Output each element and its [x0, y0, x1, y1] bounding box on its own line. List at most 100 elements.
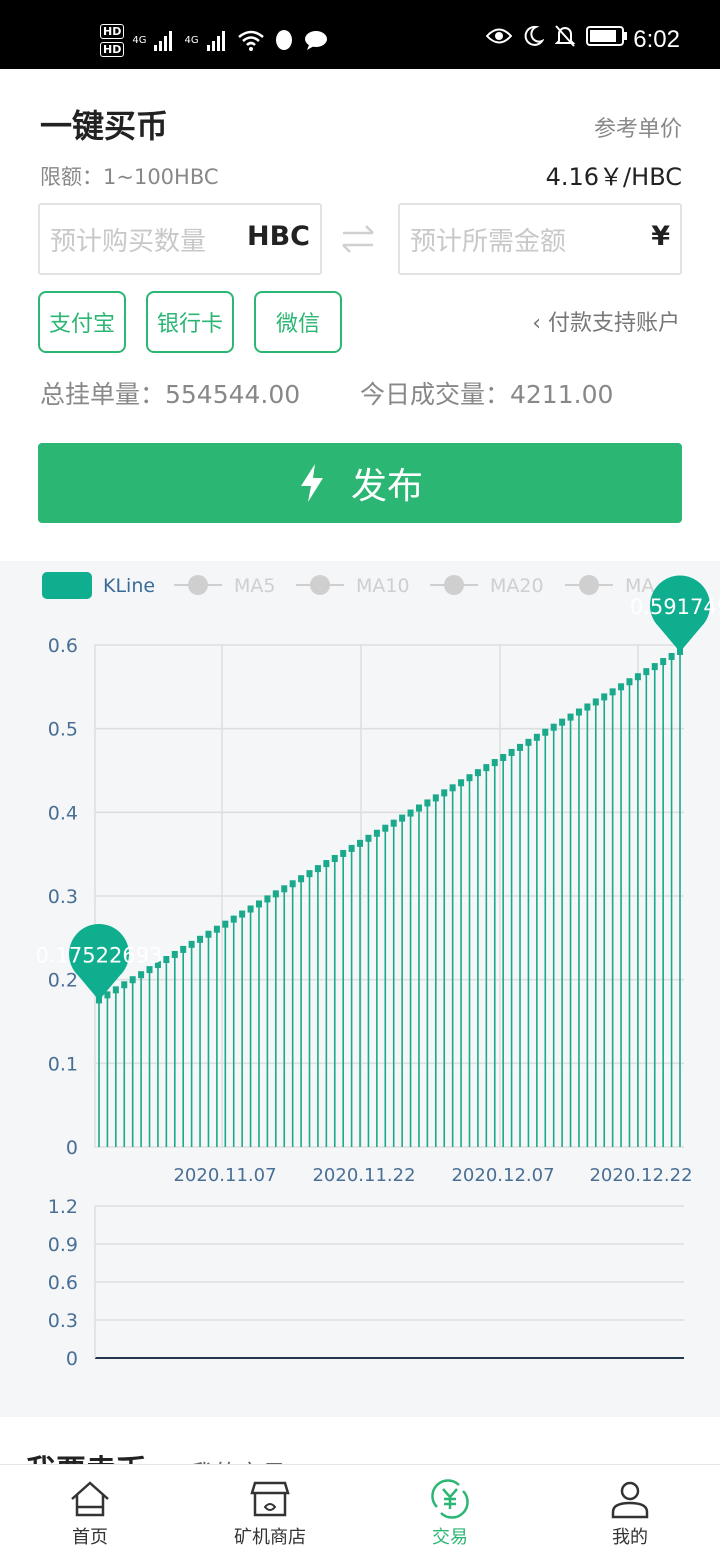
- kline-candle: [660, 658, 667, 666]
- kline-candle: [382, 824, 389, 832]
- chart-panel: KLine MA5 MA10 MA20 MA 0 0.1 0.2 0.3 0.4 0.5 0…: [0, 561, 720, 1417]
- kline-candle: [272, 890, 279, 898]
- kline-candle: [466, 774, 473, 782]
- x-tick-label: 2020.12.07: [451, 1165, 554, 1186]
- y-tick-label: 0.1: [48, 1053, 78, 1075]
- kline-candle: [575, 708, 582, 716]
- net2-label: 4G: [184, 34, 199, 46]
- unit-price: 4.16￥/HBC: [545, 163, 682, 191]
- pin-label: 0.17522693: [36, 943, 163, 967]
- total-orders: 总挂单量：554544.00: [40, 380, 301, 409]
- payment-accounts-link[interactable]: ‹ 付款支持账户: [532, 305, 680, 337]
- chart-x-axis: 2020.11.07 2020.11.22 2020.12.07 2020.12.22: [173, 1165, 692, 1186]
- net1-label: 4G: [132, 34, 147, 46]
- tab-store[interactable]: 矿机商店: [180, 1465, 360, 1560]
- user-icon: [611, 1481, 649, 1519]
- kline-chart[interactable]: KLine MA5 MA10 MA20 MA 00.10.20.30.40.50…: [0, 561, 720, 1417]
- legend-ma5-marker: [188, 575, 208, 595]
- kline-candle: [112, 986, 119, 994]
- kline-candle: [458, 779, 465, 787]
- kline-candle: [491, 759, 498, 767]
- kline-candle: [449, 784, 456, 792]
- legend-ma5-label: MA5: [234, 575, 275, 597]
- legend-kline-label: KLine: [103, 575, 155, 597]
- kline-candle: [567, 713, 574, 721]
- kline-candle: [424, 799, 431, 807]
- kline-candle: [626, 678, 633, 686]
- tab-mine[interactable]: 我的: [540, 1465, 720, 1560]
- kline-candle: [584, 703, 591, 711]
- chevron-left-icon: ‹: [532, 311, 548, 336]
- home-icon: [71, 1481, 109, 1517]
- wifi-icon: [237, 30, 264, 51]
- volume-tick-label: 0.9: [48, 1234, 78, 1256]
- kline-candle: [163, 956, 170, 964]
- kline-candle: [508, 748, 515, 756]
- pay-wechat-button[interactable]: 微信: [254, 291, 342, 353]
- legend-ma20-marker: [444, 575, 464, 595]
- legend-ma20-label: MA20: [490, 575, 544, 597]
- chart-legend[interactable]: KLine MA5 MA10 MA20 MA: [42, 572, 654, 599]
- bottom-tab-bar: 首页 矿机商店 交易 我的: [0, 1464, 720, 1560]
- pay-alipay-button[interactable]: 支付宝: [38, 291, 126, 353]
- kline-candle: [592, 698, 599, 706]
- publish-button[interactable]: 发布: [38, 443, 682, 523]
- tab-store-label: 矿机商店: [234, 1527, 306, 1548]
- tab-trade[interactable]: 交易: [360, 1465, 540, 1560]
- tab-home[interactable]: 首页: [0, 1465, 180, 1560]
- kline-candle: [525, 738, 532, 746]
- kline-candle: [197, 935, 204, 943]
- y-tick-label: 0.6: [48, 635, 78, 657]
- tab-home-label: 首页: [72, 1527, 108, 1548]
- bell-muted-icon: [554, 25, 576, 47]
- kline-candle: [213, 925, 220, 933]
- amount-input[interactable]: 预计购买数量 HBC: [38, 203, 322, 275]
- pin-label: 0.591749: [630, 595, 720, 619]
- kline-candle: [129, 976, 136, 984]
- cost-input[interactable]: 预计所需金额 ¥: [398, 203, 682, 275]
- x-tick-label: 2020.12.22: [589, 1165, 692, 1186]
- kline-candle: [441, 789, 448, 797]
- status-left: HD HD 4G 4G: [100, 20, 329, 60]
- kline-candle: [618, 683, 625, 691]
- volume-tick-label: 1.2: [48, 1196, 78, 1218]
- chart-bars: [96, 647, 683, 1147]
- kline-candle: [474, 769, 481, 777]
- y-tick-label: 0.2: [48, 970, 78, 992]
- amount-placeholder: 预计购买数量: [50, 227, 207, 257]
- status-right: [486, 24, 628, 48]
- kline-candle: [643, 668, 650, 676]
- kline-candle: [247, 905, 254, 913]
- kline-candle: [365, 834, 372, 842]
- kline-candle: [281, 885, 288, 893]
- kline-candle: [306, 870, 313, 878]
- kline-candle: [323, 860, 330, 868]
- battery-icon: [586, 26, 627, 46]
- volume-tick-label: 0: [66, 1348, 78, 1370]
- amount-unit: HBC: [247, 221, 310, 252]
- trade-icon: [431, 1479, 469, 1519]
- signal2-icon: [206, 31, 225, 51]
- kline-candle: [289, 880, 296, 888]
- legend-ma10-marker: [310, 575, 330, 595]
- kline-candle: [188, 940, 195, 948]
- chart-y-axis: 0 0.1 0.2 0.3 0.4 0.5 0.6: [48, 635, 78, 1159]
- y-tick-label: 0.5: [48, 719, 78, 741]
- pay-bankcard-button[interactable]: 银行卡: [146, 291, 234, 353]
- kline-candle: [609, 688, 616, 696]
- volume-chart: 0 0.3 0.6 0.9 1.2: [48, 1196, 684, 1370]
- kline-candle: [239, 910, 246, 918]
- cost-placeholder: 预计所需金额: [410, 227, 567, 257]
- kline-candle: [399, 814, 406, 822]
- kline-candle: [222, 920, 229, 928]
- signal1-icon: [154, 31, 173, 51]
- hd1-badge: HD: [100, 23, 125, 39]
- swap-icon[interactable]: [340, 221, 376, 257]
- kline-candle: [390, 819, 397, 827]
- kline-candle: [340, 849, 347, 857]
- kline-candle: [634, 673, 641, 681]
- kline-candle: [483, 764, 490, 772]
- page-title: 一键买币: [40, 107, 169, 145]
- kline-candle: [373, 829, 380, 837]
- kline-candle: [357, 839, 364, 847]
